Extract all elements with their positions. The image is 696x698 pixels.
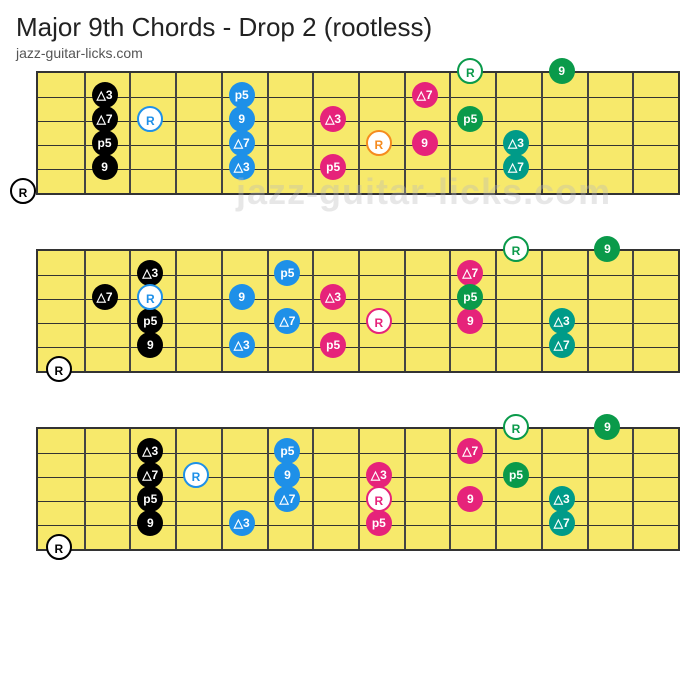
fret-line [175,429,177,549]
fret-line [587,251,589,371]
note-dot: 9 [92,154,118,180]
note-dot: R [46,534,72,560]
fretboard-diagram: R△3△7p59Rp59△7△3△3p5R△79Rp5△3△79jazz-gui… [16,71,680,215]
note-dot: △3 [503,130,529,156]
fret-line [358,251,360,371]
note-dot: p5 [503,462,529,488]
fret-line [404,73,406,193]
note-dot: R [183,462,209,488]
fret-line [221,251,223,371]
note-dot: △3 [549,486,575,512]
fret-line [495,429,497,549]
note-dot: R [503,236,529,262]
fret-line [84,73,86,193]
note-dot: p5 [320,154,346,180]
fretboard-diagram: R△7△3p59R9△3p5△7△3p5R9△7p5R△3△79 [16,249,680,393]
fret-line [449,429,451,549]
note-dot: △7 [92,106,118,132]
fret-line [632,251,634,371]
fret-line [587,429,589,549]
fret-line [175,251,177,371]
note-dot: △3 [549,308,575,334]
fret-line [267,429,269,549]
fret-line [541,251,543,371]
fret-line [175,73,177,193]
fret-line [449,73,451,193]
note-dot: △3 [92,82,118,108]
note-dot: △7 [549,510,575,536]
note-dot: 9 [412,130,438,156]
fret-line [495,251,497,371]
note-dot: p5 [229,82,255,108]
note-dot: △7 [92,284,118,310]
note-dot: R [366,130,392,156]
fret-line [632,73,634,193]
fret-line [587,73,589,193]
fret-line [541,429,543,549]
note-dot: △3 [320,284,346,310]
page-title: Major 9th Chords - Drop 2 (rootless) [16,12,680,43]
fret-line [129,251,131,371]
fret-line [404,429,406,549]
note-dot: p5 [92,130,118,156]
fretboard [36,427,680,551]
note-dot: R [10,178,36,204]
note-dot: △3 [229,154,255,180]
note-dot: p5 [366,510,392,536]
fret-line [267,251,269,371]
fretboard-diagram: R△3△7p59R△3p59△7p5△3R9△7p5R△3△79 [16,427,680,571]
note-dot: △7 [229,130,255,156]
note-dot: △3 [366,462,392,488]
note-dot: R [503,414,529,440]
note-dot: R [366,308,392,334]
fret-line [267,73,269,193]
fret-line [221,73,223,193]
note-dot: △3 [229,332,255,358]
fret-line [84,251,86,371]
note-dot: △3 [229,510,255,536]
note-dot: 9 [549,58,575,84]
note-dot: 9 [229,284,255,310]
fret-line [129,429,131,549]
note-dot: △7 [412,82,438,108]
fret-line [221,429,223,549]
note-dot: R [366,486,392,512]
note-dot: △3 [320,106,346,132]
fret-line [358,73,360,193]
note-dot: p5 [320,332,346,358]
note-dot: △7 [549,332,575,358]
fret-line [449,251,451,371]
diagram-list: R△3△7p59Rp59△7△3△3p5R△79Rp5△3△79jazz-gui… [16,71,680,571]
fret-line [312,251,314,371]
fret-line [495,73,497,193]
fretboard [36,71,680,195]
fret-line [312,429,314,549]
fret-line [84,429,86,549]
note-dot: 9 [229,106,255,132]
fret-line [129,73,131,193]
note-dot: R [46,356,72,382]
fret-line [358,429,360,549]
fretboard [36,249,680,373]
fret-line [541,73,543,193]
fret-line [404,251,406,371]
fret-line [632,429,634,549]
page-subtitle: jazz-guitar-licks.com [16,45,680,61]
fret-line [312,73,314,193]
note-dot: △7 [503,154,529,180]
